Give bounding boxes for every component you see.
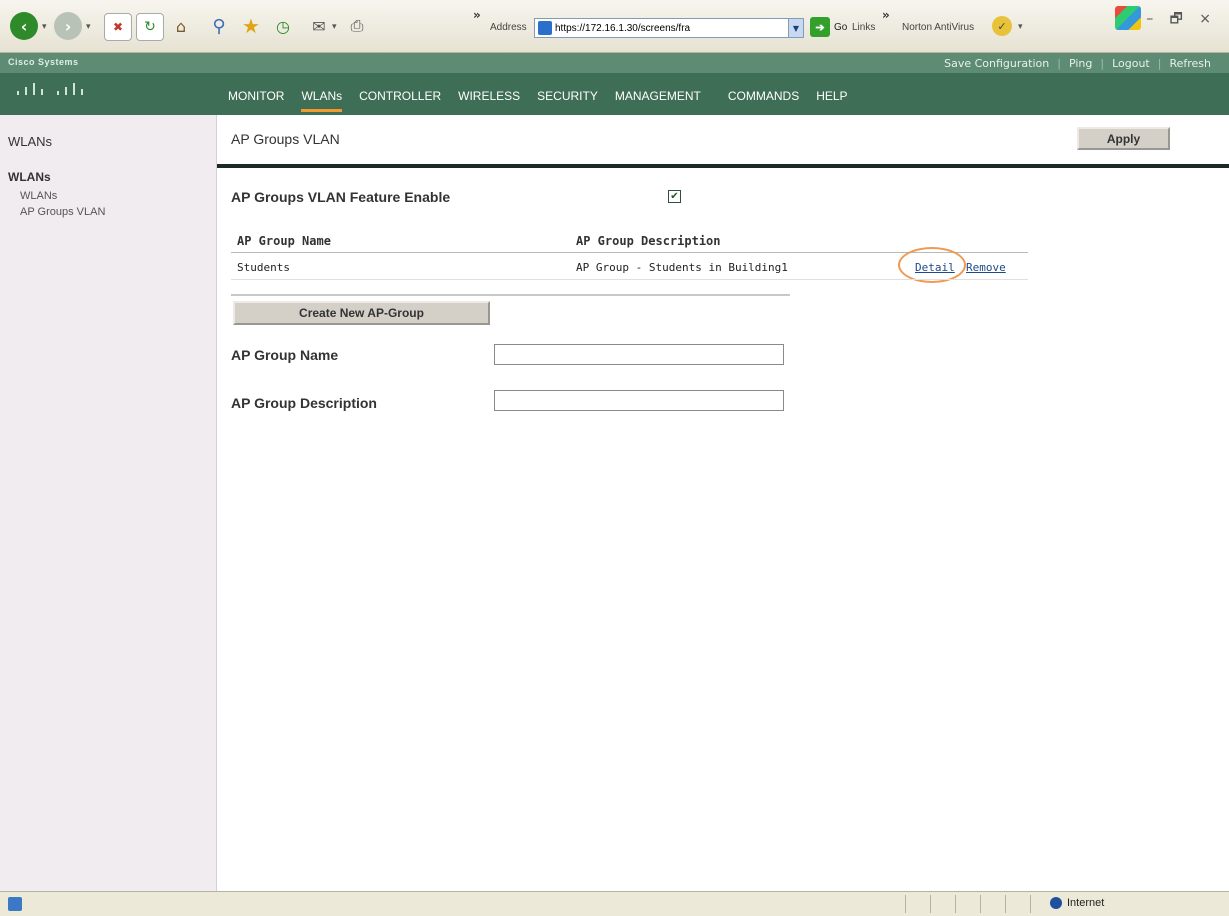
links-overflow-icon[interactable]: » — [882, 8, 890, 22]
apply-button[interactable]: Apply — [1077, 127, 1170, 150]
nav-wlans[interactable]: WLANs — [301, 89, 343, 112]
nav-wireless[interactable]: WIRELESS — [458, 89, 520, 112]
sidebar-section-wlans[interactable]: WLANs — [8, 170, 51, 184]
nav-commands[interactable]: COMMANDS — [728, 89, 799, 112]
back-dropdown-icon[interactable]: ▾ — [42, 22, 47, 32]
row-name: Students — [237, 261, 290, 274]
print-icon[interactable]: ⎙ — [344, 13, 370, 39]
column-header-name: AP Group Name — [237, 234, 331, 248]
detail-link[interactable]: Detail — [915, 261, 955, 274]
globe-icon — [1050, 897, 1062, 909]
nav-controller[interactable]: CONTROLLER — [359, 89, 441, 112]
history-icon[interactable]: ◷ — [270, 13, 296, 39]
page-icon — [538, 21, 552, 35]
section-divider — [231, 294, 790, 297]
forward-button[interactable]: › — [54, 12, 82, 40]
norton-dropdown-icon[interactable]: ▾ — [1018, 22, 1023, 32]
remove-link[interactable]: Remove — [966, 261, 1006, 274]
status-bar: Internet — [0, 891, 1229, 916]
ap-group-name-input[interactable] — [494, 344, 784, 365]
window-controls[interactable]: – 🗗 × — [1146, 8, 1217, 32]
address-label: Address — [490, 22, 527, 33]
refresh-icon[interactable]: ↻ — [136, 13, 164, 41]
nav-security[interactable]: SECURITY — [537, 89, 598, 112]
go-button[interactable]: ➔ Go — [810, 17, 847, 37]
ping-link[interactable]: Ping — [1061, 57, 1100, 70]
forward-dropdown-icon[interactable]: ▾ — [86, 22, 91, 32]
back-button[interactable]: ‹ — [10, 12, 38, 40]
go-arrow-icon: ➔ — [810, 17, 830, 37]
mail-dropdown-icon[interactable]: ▾ — [332, 22, 337, 32]
links-label[interactable]: Links — [852, 22, 875, 33]
cisco-bridge-icon — [17, 83, 83, 95]
sidebar-item-ap-groups-vlan[interactable]: AP Groups VLAN — [20, 206, 105, 218]
ap-group-description-input[interactable] — [494, 390, 784, 411]
norton-icon[interactable]: ✓ — [992, 16, 1012, 36]
table-row: Students AP Group - Students in Building… — [231, 247, 1028, 283]
norton-label[interactable]: Norton AntiVirus — [902, 22, 974, 33]
ap-group-name-label: AP Group Name — [231, 347, 339, 363]
feature-enable-checkbox[interactable]: ✔ — [668, 190, 681, 203]
sidebar-title: WLANs — [8, 134, 53, 149]
home-icon[interactable]: ⌂ — [168, 13, 194, 39]
logout-link[interactable]: Logout — [1104, 57, 1158, 70]
ap-group-description-label: AP Group Description — [231, 395, 377, 411]
sidebar-item-wlans[interactable]: WLANs — [20, 190, 57, 202]
security-zone: Internet — [1050, 897, 1104, 909]
utility-links: Save Configuration | Ping | Logout | Ref… — [936, 57, 1219, 70]
page-title: AP Groups VLAN — [231, 131, 340, 147]
browser-toolbar: ‹ ▾ › ▾ ✖ ↻ ⌂ ⚲ ★ ◷ ✉ ▾ ⎙ » Address http… — [0, 0, 1229, 53]
nav-monitor[interactable]: MONITOR — [228, 89, 284, 112]
sidebar: WLANs WLANs WLANs AP Groups VLAN — [0, 115, 217, 891]
address-url[interactable]: https://172.16.1.30/screens/fra — [555, 23, 788, 34]
create-new-ap-group-button[interactable]: Create New AP-Group — [233, 301, 490, 325]
mail-icon[interactable]: ✉ — [306, 13, 332, 39]
toolbar-overflow-icon[interactable]: » — [473, 8, 481, 22]
address-bar[interactable]: https://172.16.1.30/screens/fra ▼ — [534, 18, 804, 38]
address-dropdown-icon[interactable]: ▼ — [788, 19, 803, 37]
windows-logo-icon — [1115, 6, 1141, 30]
cisco-logo: Cisco Systems — [8, 57, 79, 67]
column-header-description: AP Group Description — [576, 234, 721, 248]
page-status-icon — [8, 897, 22, 911]
cisco-header: Cisco Systems Save Configuration | Ping … — [0, 53, 1229, 168]
search-icon[interactable]: ⚲ — [206, 13, 232, 39]
nav-help[interactable]: HELP — [816, 89, 847, 112]
main-nav: MONITOR WLANs CONTROLLER WIRELESS SECURI… — [228, 89, 848, 112]
go-label: Go — [834, 21, 848, 33]
zone-label: Internet — [1067, 897, 1105, 909]
row-description: AP Group - Students in Building1 — [576, 261, 788, 274]
save-configuration-link[interactable]: Save Configuration — [936, 57, 1057, 70]
refresh-link[interactable]: Refresh — [1161, 57, 1219, 70]
favorites-icon[interactable]: ★ — [238, 13, 264, 39]
feature-enable-label: AP Groups VLAN Feature Enable — [231, 189, 451, 205]
stop-icon[interactable]: ✖ — [104, 13, 132, 41]
nav-management[interactable]: MANAGEMENT — [615, 89, 701, 112]
